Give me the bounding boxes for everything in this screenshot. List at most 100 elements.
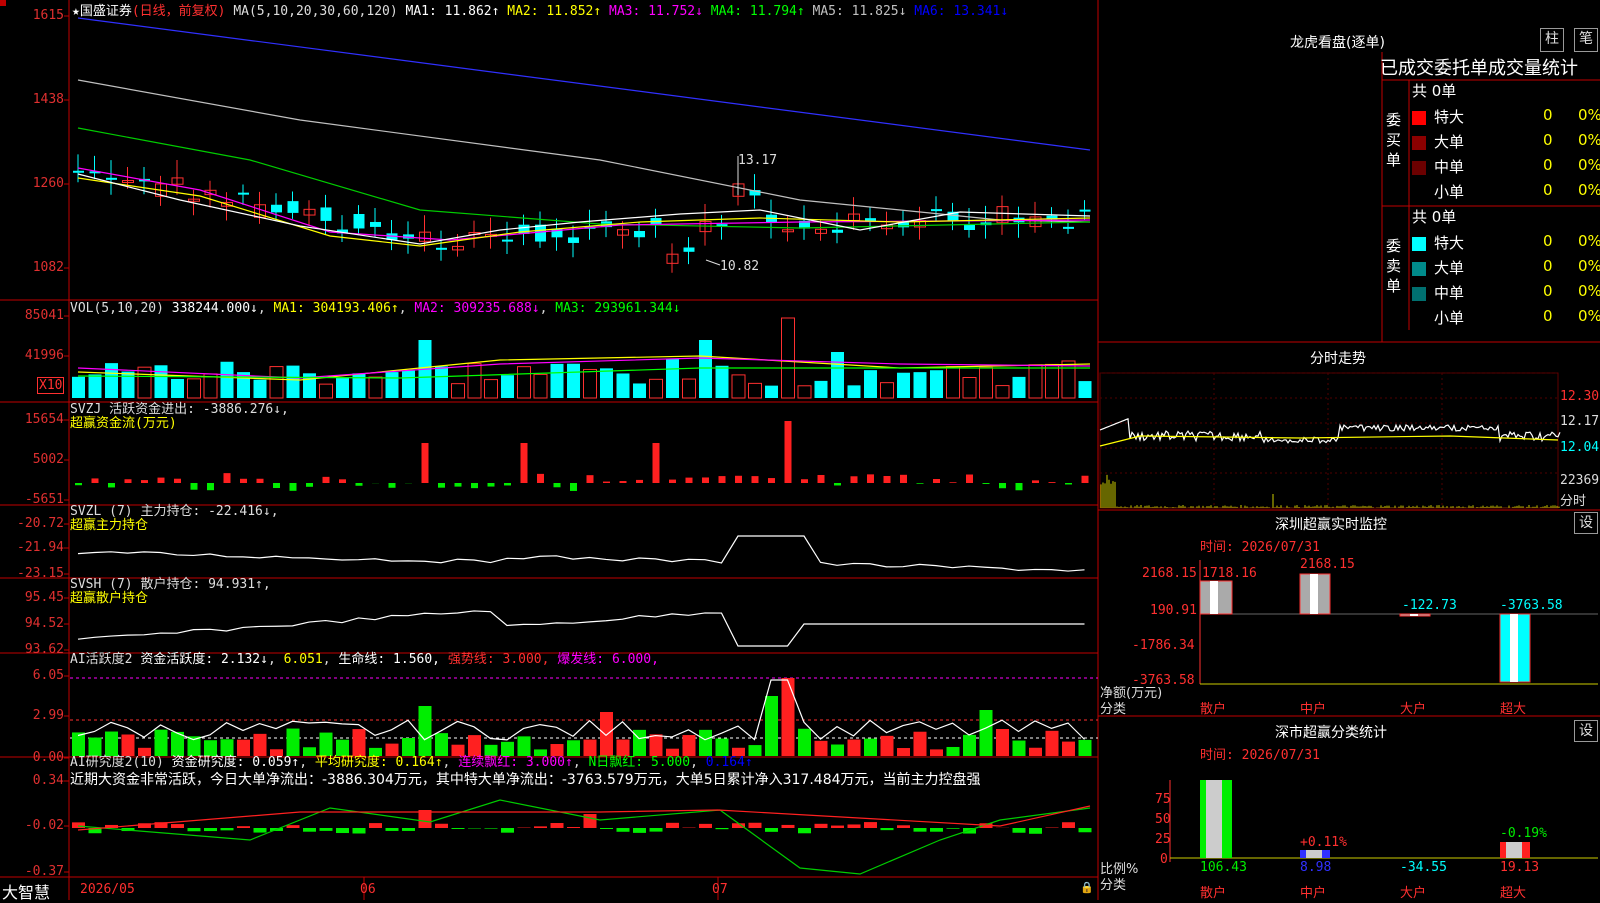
classify-axis-label: 0 [1160,852,1168,867]
vol-axis-label: 41996 [0,348,64,363]
vol-bar [716,366,729,398]
bar-view-button[interactable]: 柱 [1540,28,1564,52]
ai2-bar [650,828,663,832]
svzj-bar [719,476,726,483]
svsh-axis-label: 95.45 [0,590,64,605]
vol-bar [270,367,283,398]
ai2-bar [336,828,349,833]
svsh-line [78,611,1085,646]
svzj-bar [108,483,115,487]
ai2-bar [551,823,564,828]
buy-row-name: 特大 [1434,108,1464,126]
svzj-bar [207,483,214,490]
classify-xlabel: 分类 [1100,874,1126,893]
classify-settings-button[interactable]: 设 [1574,720,1598,742]
svzj-bar [900,475,907,483]
lock-icon[interactable]: 🔒 [1080,881,1094,894]
ai1-bar [930,749,943,756]
ai2-bar [287,825,300,828]
tick-view-button[interactable]: 笔 [1574,28,1598,52]
ai1-bar [881,736,894,756]
classify-axis-label: 75 [1155,792,1171,807]
svzj-bar [92,478,99,483]
candle-down [288,201,299,213]
svzl-axis-label: -21.94 [0,540,64,555]
ai1-bar [798,729,811,756]
ma3-line [78,168,1090,240]
candle-down [964,225,975,230]
svzj-bar [818,475,825,483]
ai1-burst: 爆发线: 6.000, [557,652,659,667]
svzl-axis-label: -20.72 [0,516,64,531]
classify-title: 深市超赢分类统计 [1275,722,1387,742]
ai2-bar [600,828,613,829]
ai2-bar [782,825,795,828]
svzj-bar [603,482,610,483]
ai2-bar [947,828,960,829]
ai2-bar [567,827,580,828]
candle-down [1080,210,1091,212]
ai2-research: 资金研究度: 0.059↑ [172,755,300,770]
classify-bar-value: 8.98 [1300,860,1331,875]
ai1-bar [897,748,910,756]
svzj-bar [834,483,841,485]
ai2-bar [237,826,250,828]
ai2-bar [1013,828,1026,833]
date-label-2: 07 [712,882,728,897]
price-axis-label: 1438 [0,92,64,107]
vol-bar [732,375,745,398]
ai2-bar [534,826,547,828]
vol-bar [171,379,184,398]
classify-top-value: -0.19% [1500,826,1547,841]
intraday-price-high: 12.30 [1560,389,1599,404]
ai1-title: AI活跃度2 [70,652,132,667]
svzj-bar [570,483,577,491]
brand-logo[interactable]: 大智慧 [2,879,50,903]
buy-row-pct: 0% [1578,131,1600,149]
ai2-bar [221,828,234,830]
vol-bar [782,318,795,398]
intraday-title: 分时走势 [1310,348,1366,368]
ai2-bar [765,828,778,832]
svsh-axis-label: 94.52 [0,616,64,631]
candle-down [931,209,942,211]
vol-bar [831,352,844,398]
vol-bar [881,383,894,398]
classify-axis-label: 50 [1155,812,1171,827]
vol-bar [947,367,960,398]
stock-name: 国盛证券 [80,4,132,19]
svzj-bar [504,483,511,485]
classify-bar-value: 106.43 [1200,860,1247,875]
ai2-header: AI研究度2(10) 资金研究度: 0.059↑, 平均研究度: 0.164↑,… [70,751,753,770]
svzj-bar [306,483,313,487]
star-icon[interactable]: ★ [72,4,80,19]
ma5-value: MA5: 11.825↓ [813,4,915,19]
sell-side-label: 委卖单 [1386,236,1404,296]
sell-row-count: 0 [1543,257,1553,275]
svzj-bar [158,478,165,483]
monitor-settings-button[interactable]: 设 [1574,512,1598,534]
ai1-bar [600,712,613,756]
vol-bar [914,372,927,398]
ai2-bar [798,828,811,833]
ai2-bar [386,828,399,831]
vol-unit-badge[interactable]: X10 [37,377,64,394]
price-axis-label: 1082 [0,260,64,275]
vol-bar [468,364,481,398]
buy-side-label: 委买单 [1386,110,1404,170]
ai2-bar [171,824,184,828]
buy-row-count: 0 [1543,156,1553,174]
svzj-bar [917,483,924,484]
sell-row-count: 0 [1543,282,1553,300]
svzj-bar [141,480,148,483]
ai1-header: AI活跃度2 资金活跃度: 2.132↓, 6.051, 生命线: 1.560,… [70,648,659,667]
ai2-bar [633,828,646,833]
sell-color-swatch [1412,262,1426,276]
svzj-bar [471,483,478,488]
ai1-bar [765,696,778,756]
monitor-category-label: 超大 [1500,698,1526,717]
ai1-bar [963,735,976,756]
ai1-bar [419,706,432,756]
svzj-bar [785,421,792,483]
vol-bar [435,366,448,398]
